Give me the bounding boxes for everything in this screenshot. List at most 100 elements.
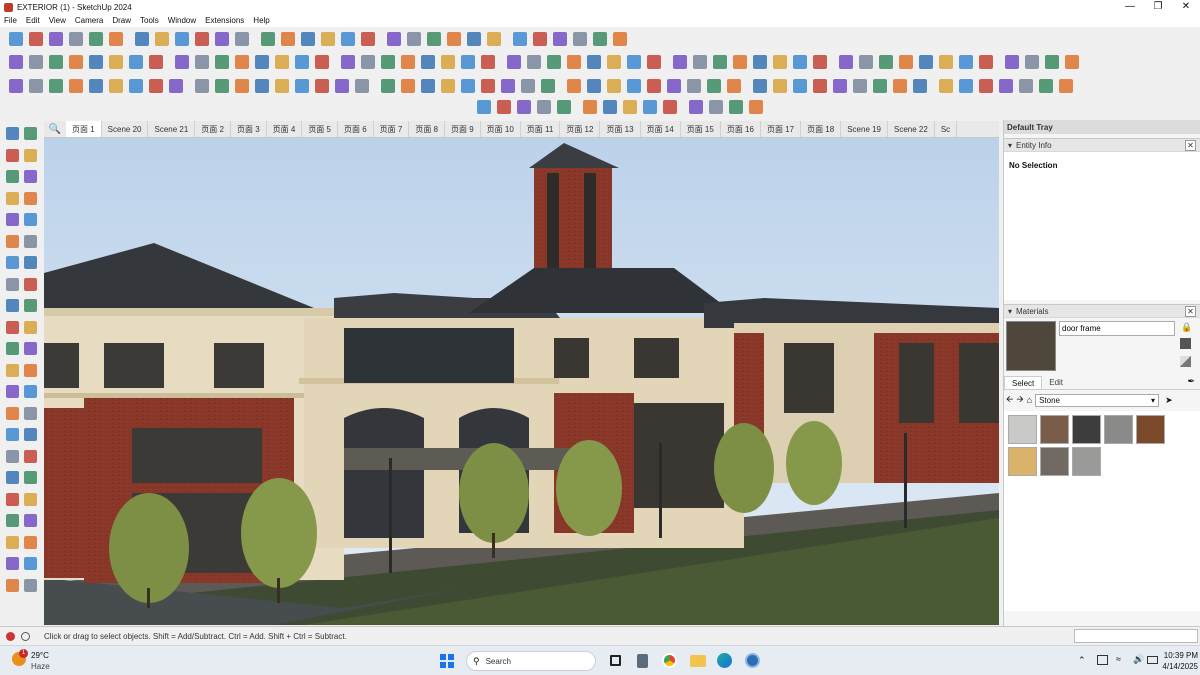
toolbar-tool-icon[interactable] [623,100,637,114]
toolbar-tool-icon[interactable] [813,78,827,93]
toolbar-tool-icon[interactable] [69,32,83,46]
toolbar-tool-icon[interactable] [527,54,541,69]
toolbar-tool-icon[interactable] [603,100,617,114]
scene-tab[interactable]: 页面 17 [761,121,802,137]
toolbar-tool-icon[interactable] [341,54,355,69]
volume-icon[interactable]: 🔊 [1133,654,1144,665]
toolbar-tool-icon[interactable] [709,100,723,114]
search-icon[interactable]: 🔍 [44,124,66,135]
toolbar-tool-icon[interactable] [9,78,23,93]
tool-palette-icon[interactable] [24,578,37,592]
toolbar-tool-icon[interactable] [959,54,973,69]
toolbar-tool-icon[interactable] [9,54,23,69]
toolbar-tool-icon[interactable] [839,54,853,69]
toolbar-tool-icon[interactable] [381,78,395,93]
toolbar-tool-icon[interactable] [295,78,309,93]
tool-palette-icon[interactable] [6,385,19,398]
close-icon[interactable]: ✕ [1172,0,1200,14]
menu-extensions[interactable]: Extensions [205,16,244,25]
scene-tab[interactable]: 页面 7 [374,121,410,137]
calculator-icon[interactable] [637,654,648,668]
toolbar-tool-icon[interactable] [939,78,953,93]
toolbar-tool-icon[interactable] [315,54,329,69]
tool-palette-icon[interactable] [24,492,37,506]
wifi-icon[interactable]: ≈ [1116,654,1121,664]
material-swatch[interactable] [1008,415,1037,444]
tool-palette-icon[interactable] [6,363,19,377]
toolbar-tool-icon[interactable] [461,54,475,69]
maximize-icon[interactable]: ❐ [1144,0,1172,14]
toolbar-tool-icon[interactable] [89,54,103,69]
toolbar-tool-icon[interactable] [773,78,787,93]
toolbar-tool-icon[interactable] [169,78,183,93]
material-swatch[interactable] [1040,447,1069,476]
toolbar-tool-icon[interactable] [355,78,369,93]
toolbar-tool-icon[interactable] [89,78,103,93]
toolbar-tool-icon[interactable] [29,54,43,69]
toolbar-tool-icon[interactable] [1005,54,1019,69]
toolbar-tool-icon[interactable] [361,32,375,46]
tool-palette-icon[interactable] [24,428,37,441]
toolbar-tool-icon[interactable] [853,78,867,93]
scene-tab[interactable]: 页面 14 [641,121,681,137]
file-explorer-icon[interactable] [690,655,706,667]
toolbar-tool-icon[interactable] [749,100,763,114]
tool-palette-icon[interactable] [6,557,19,570]
eyedropper-icon[interactable]: ✒ [1187,376,1195,389]
tool-palette-icon[interactable] [6,428,19,441]
toolbar-tool-icon[interactable] [583,100,597,114]
tool-palette-icon[interactable] [24,535,37,549]
tool-palette-icon[interactable] [6,127,19,140]
toolbar-tool-icon[interactable] [261,32,275,46]
toolbar-tool-icon[interactable] [1039,78,1053,93]
toolbar-tool-icon[interactable] [481,54,495,69]
toolbar-tool-icon[interactable] [281,32,295,46]
tool-palette-icon[interactable] [24,557,37,570]
scene-tab[interactable]: 页面 6 [338,121,374,137]
scene-tab[interactable]: 页面 15 [681,121,721,137]
tool-palette-icon[interactable] [6,191,19,205]
toolbar-tool-icon[interactable] [713,54,727,69]
toolbar-tool-icon[interactable] [49,78,63,93]
toolbar-tool-icon[interactable] [235,78,249,93]
chevron-up-icon[interactable]: ⌃ [1078,655,1086,666]
toolbar-tool-icon[interactable] [573,32,587,46]
tab-select[interactable]: Select [1004,376,1043,389]
material-swatch[interactable] [1040,415,1069,444]
toolbar-tool-icon[interactable] [175,54,189,69]
toolbar-tool-icon[interactable] [1065,54,1079,69]
tool-palette-icon[interactable] [6,535,19,549]
toolbar-tool-icon[interactable] [501,78,515,93]
tool-palette-icon[interactable] [6,299,19,312]
toolbar-tool-icon[interactable] [647,54,661,69]
toolbar-tool-icon[interactable] [793,54,807,69]
scene-tab[interactable]: 页面 3 [231,121,267,137]
toolbar-tool-icon[interactable] [275,54,289,69]
toolbar-tool-icon[interactable] [693,54,707,69]
toolbar-tool-icon[interactable] [753,78,767,93]
toolbar-tool-icon[interactable] [341,32,355,46]
toolbar-tool-icon[interactable] [255,54,269,69]
material-swatch[interactable] [1008,447,1037,476]
help-icon[interactable] [21,631,30,641]
scene-tab[interactable]: 页面 12 [560,121,601,137]
toolbar-tool-icon[interactable] [793,78,807,93]
tab-edit[interactable]: Edit [1042,376,1070,389]
toolbar-tool-icon[interactable] [447,32,461,46]
toolbar-tool-icon[interactable] [109,54,123,69]
tool-palette-icon[interactable] [6,342,19,355]
tool-palette-icon[interactable] [6,471,19,484]
menu-camera[interactable]: Camera [75,16,103,25]
toolbar-tool-icon[interactable] [553,32,567,46]
toolbar-tool-icon[interactable] [235,32,249,46]
toolbar-tool-icon[interactable] [275,78,289,93]
tool-palette-icon[interactable] [24,234,37,248]
toolbar-tool-icon[interactable] [587,54,601,69]
tool-palette-icon[interactable] [24,277,37,291]
expand-arrow-icon[interactable]: ▾ [1008,307,1012,316]
menu-tools[interactable]: Tools [140,16,159,25]
material-swatch[interactable] [1072,415,1101,444]
toolbar-tool-icon[interactable] [129,54,143,69]
tool-palette-icon[interactable] [6,492,19,506]
scene-tab[interactable]: 页面 13 [600,121,641,137]
